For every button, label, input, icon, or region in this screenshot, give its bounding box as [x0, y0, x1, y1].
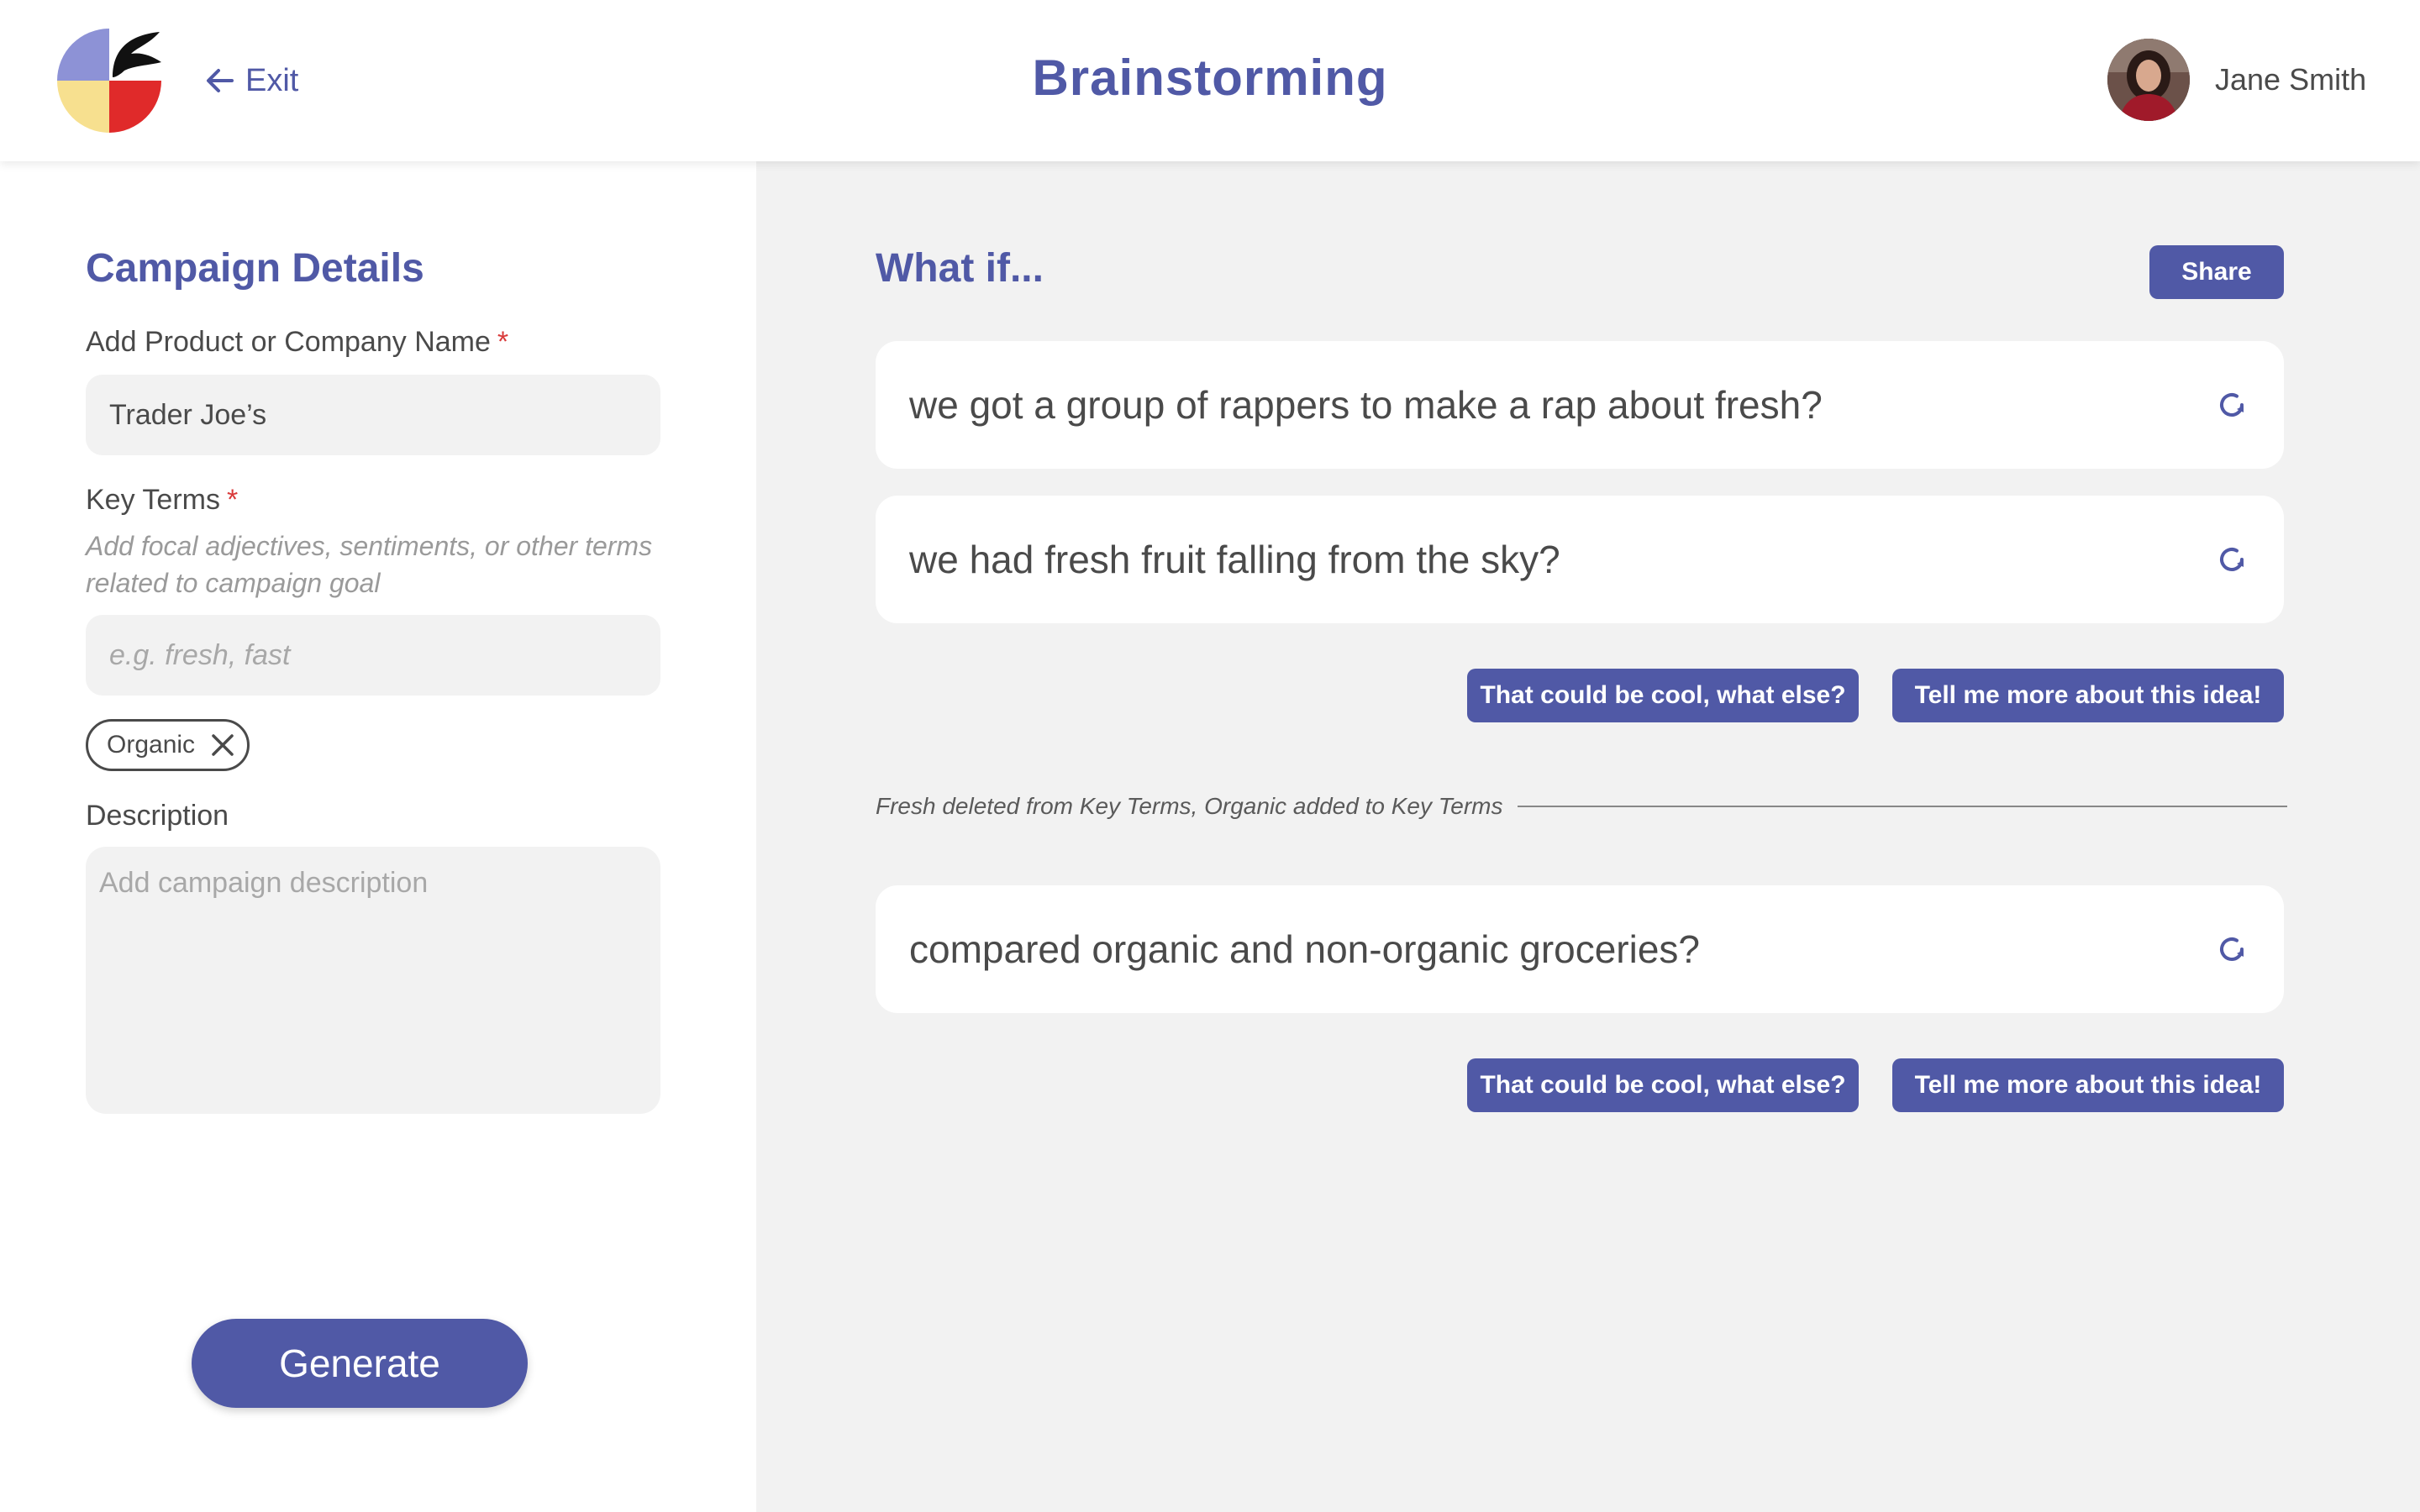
section-title: Campaign Details [86, 246, 424, 291]
avatar[interactable] [2107, 39, 2190, 121]
tell-more-button[interactable]: Tell me more about this idea! [1892, 669, 2284, 722]
chip-label: Organic [107, 731, 196, 759]
product-name-input[interactable] [86, 375, 660, 455]
product-label-row: Add Product or Company Name * [86, 326, 508, 359]
ideas-panel: What if... Share we got a group of rappe… [756, 161, 2420, 1512]
idea-text: we got a group of rappers to make a rap … [909, 383, 1823, 427]
divider-line [1518, 806, 2287, 807]
required-mark: * [497, 326, 509, 358]
key-terms-hint: Add focal adjectives, sentiments, or oth… [86, 531, 653, 598]
change-note: Fresh deleted from Key Terms, Organic ad… [876, 793, 1503, 819]
what-else-button[interactable]: That could be cool, what else? [1467, 669, 1859, 722]
campaign-panel: Campaign Details Add Product or Company … [0, 161, 756, 1512]
description-textarea[interactable] [86, 847, 660, 1114]
key-terms-label: Key Terms [86, 484, 220, 516]
refresh-icon[interactable] [2213, 541, 2250, 578]
generate-button[interactable]: Generate [192, 1319, 528, 1408]
share-button[interactable]: Share [2149, 245, 2284, 299]
user-name[interactable]: Jane Smith [2215, 62, 2366, 97]
product-label: Add Product or Company Name [86, 326, 491, 358]
key-terms-input[interactable] [86, 615, 660, 696]
description-label: Description [86, 800, 229, 832]
required-mark: * [226, 484, 239, 516]
key-terms-label-row: Key Terms * [86, 484, 238, 517]
avatar-image [2107, 39, 2190, 121]
page-title: Brainstorming [1032, 50, 1388, 106]
refresh-icon[interactable] [2213, 931, 2250, 968]
app-header: Exit Brainstorming Jane Smith [0, 0, 2420, 161]
idea-text: compared organic and non-organic groceri… [909, 927, 1701, 971]
page-title-wrap: Brainstorming [0, 49, 2420, 107]
close-icon[interactable] [208, 731, 237, 759]
idea-card[interactable]: we got a group of rappers to make a rap … [876, 341, 2284, 469]
idea-text: we had fresh fruit falling from the sky? [909, 538, 1560, 581]
key-term-chip: Organic [86, 719, 250, 771]
idea-card[interactable]: compared organic and non-organic groceri… [876, 885, 2284, 1013]
refresh-icon[interactable] [2213, 386, 2250, 423]
ideas-heading: What if... [876, 246, 1044, 291]
tell-more-button[interactable]: Tell me more about this idea! [1892, 1058, 2284, 1112]
what-else-button[interactable]: That could be cool, what else? [1467, 1058, 1859, 1112]
change-divider: Fresh deleted from Key Terms, Organic ad… [876, 790, 2287, 823]
idea-card[interactable]: we had fresh fruit falling from the sky? [876, 496, 2284, 623]
